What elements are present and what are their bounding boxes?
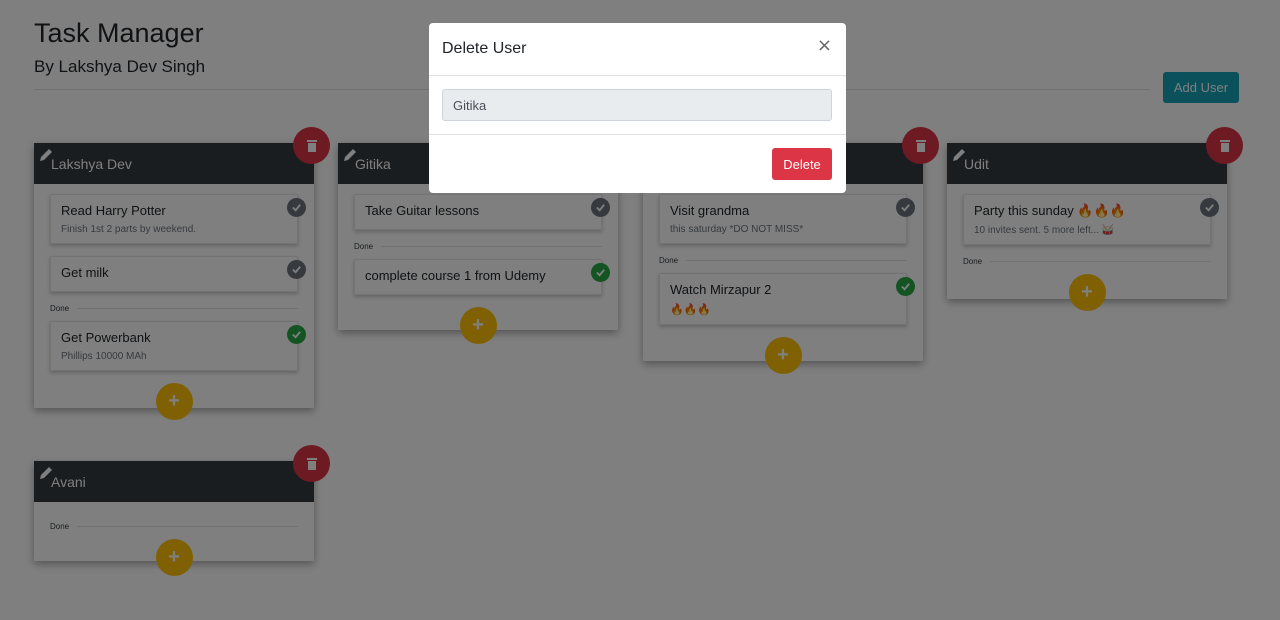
close-icon[interactable]: × <box>817 37 832 55</box>
delete-button[interactable]: Delete <box>772 148 832 180</box>
modal-title: Delete User <box>442 40 527 57</box>
user-name-field[interactable] <box>442 89 832 121</box>
modal-header: Delete User × <box>429 23 846 76</box>
delete-user-modal: Delete User × Delete <box>429 23 846 193</box>
modal-body <box>429 76 846 135</box>
modal-footer: Delete <box>429 135 846 192</box>
